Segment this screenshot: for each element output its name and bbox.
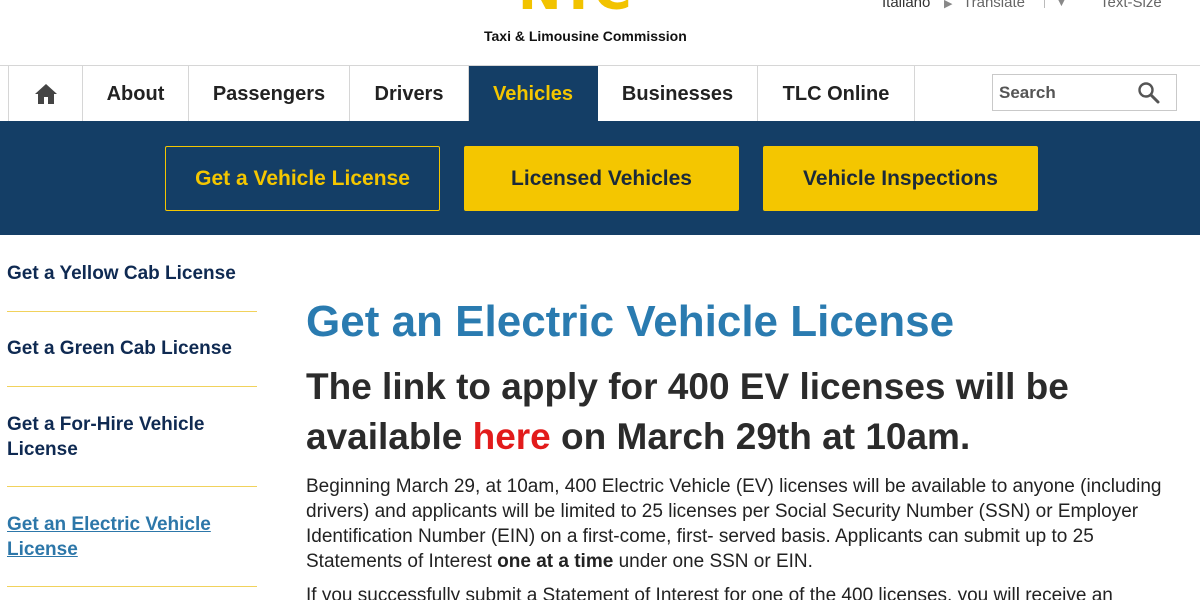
search-input[interactable] [999, 81, 1139, 105]
page-subtitle: The link to apply for 400 EV licenses wi… [306, 362, 1176, 462]
sidebar-item-green-cab[interactable]: Get a Green Cab License [7, 336, 257, 361]
home-icon [34, 84, 57, 104]
intro-paragraph: Beginning March 29, at 10am, 400 Electri… [306, 474, 1176, 574]
nyc-logo-text: NYC [518, 0, 634, 18]
site-header: NYC Taxi & Limousine Commission Italiano… [0, 0, 1200, 65]
sidebar-divider [7, 486, 257, 487]
search-box [992, 74, 1177, 111]
sidebar-divider [7, 586, 257, 587]
sidebar-item-electric-vehicle[interactable]: Get an Electric Vehicle License [7, 512, 237, 562]
second-paragraph: If you successfully submit a Statement o… [306, 585, 1113, 600]
language-link[interactable]: Italiano [882, 0, 930, 11]
licensed-vehicles-button[interactable]: Licensed Vehicles [464, 146, 739, 211]
nav-businesses[interactable]: Businesses [598, 66, 758, 122]
get-vehicle-license-button[interactable]: Get a Vehicle License [165, 146, 440, 211]
sidebar-item-for-hire[interactable]: Get a For-Hire Vehicle License [7, 412, 237, 462]
apply-here-link[interactable]: here [473, 416, 551, 457]
sidebar-item-yellow-cab[interactable]: Get a Yellow Cab License [7, 261, 257, 286]
sidebar-divider [7, 386, 257, 387]
sidebar-divider [7, 311, 257, 312]
nav-tlc-online[interactable]: TLC Online [758, 66, 915, 122]
nav-home[interactable] [8, 66, 83, 122]
utility-divider [1044, 0, 1045, 8]
main-nav: About Passengers Drivers Vehicles Busine… [0, 65, 1200, 122]
vehicle-inspections-button[interactable]: Vehicle Inspections [763, 146, 1038, 211]
search-button[interactable] [1137, 81, 1161, 105]
triangle-right-icon: ▶ [944, 0, 953, 10]
nyc-logo[interactable]: NYC [518, 0, 634, 18]
page-title: Get an Electric Vehicle License [306, 297, 955, 346]
nav-vehicles[interactable]: Vehicles [469, 66, 598, 122]
subtitle-text: on March 29th at 10am. [550, 416, 971, 457]
chevron-down-icon[interactable]: ▼ [1056, 0, 1067, 9]
translate-link[interactable]: Translate [963, 0, 1025, 11]
nav-drivers[interactable]: Drivers [350, 66, 469, 122]
text-size-link[interactable]: Text-Size [1100, 0, 1162, 11]
paragraph-text: under one SSN or EIN. [613, 551, 813, 572]
nav-about[interactable]: About [83, 66, 189, 122]
nav-passengers[interactable]: Passengers [189, 66, 350, 122]
vehicles-subnav: Get a Vehicle License Licensed Vehicles … [0, 121, 1200, 235]
logo-subtitle: Taxi & Limousine Commission [484, 28, 687, 44]
search-icon [1138, 82, 1160, 104]
paragraph-emphasis: one at a time [497, 551, 614, 572]
